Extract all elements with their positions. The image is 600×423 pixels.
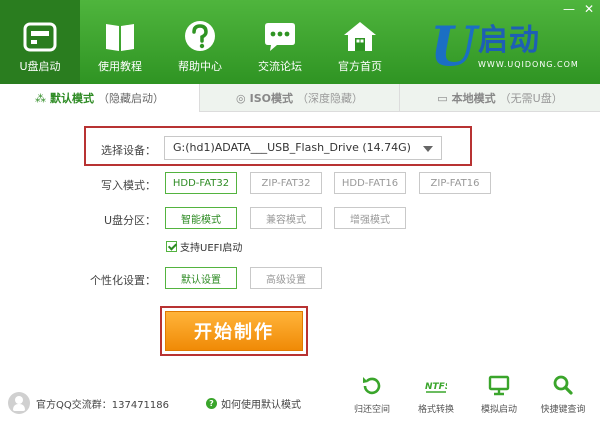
tool-restore-space[interactable]: 归还空间 (344, 374, 400, 415)
nav-item-help-center[interactable]: 帮助中心 (160, 0, 240, 84)
write-mode-hdd-fat16[interactable]: HDD-FAT16 (334, 172, 406, 194)
book-icon (106, 24, 134, 51)
uefi-checkbox[interactable] (166, 241, 177, 252)
tool-label: 格式转换 (417, 405, 454, 415)
minimize-button[interactable]: — (562, 2, 576, 16)
tool-simulate-boot[interactable]: 模拟启动 (471, 374, 527, 415)
tab-default-mode[interactable]: ⁂ 默认模式 （隐藏启动） (0, 84, 200, 112)
nav-label: U盘启动 (19, 60, 61, 73)
device-label: 选择设备： (101, 144, 156, 157)
brand-logo: U 启动 WWW.UQIDONG.COM (430, 14, 578, 78)
nav-item-usb-boot[interactable]: U盘启动 (0, 0, 80, 84)
partition-label: U盘分区： (103, 214, 156, 227)
monitor-icon (488, 375, 510, 396)
tab-subtitle: （深度隐藏） (296, 92, 363, 105)
help-icon (185, 21, 215, 51)
tab-subtitle: （隐藏启动） (98, 92, 164, 105)
tool-label: 快捷键查询 (540, 405, 586, 415)
start-making-button[interactable]: 开始制作 (165, 311, 303, 351)
window-controls: — ✕ (562, 2, 596, 16)
advanced-settings-button[interactable]: 高级设置 (250, 267, 322, 289)
tool-hotkey-query[interactable]: 快捷键查询 (535, 374, 591, 415)
nav-item-tutorial[interactable]: 使用教程 (80, 0, 160, 84)
usb-drive-icon (23, 22, 57, 52)
write-mode-zip-fat32[interactable]: ZIP-FAT32 (250, 172, 322, 194)
help-link-text[interactable]: 如何使用默认模式 (221, 396, 301, 411)
header-bar: U盘启动 使用教程 帮助中心 交流论坛 官方首页 U 启动 WWW.UQIDON… (0, 0, 600, 84)
home-icon (344, 22, 376, 51)
main-nav: U盘启动 使用教程 帮助中心 交流论坛 官方首页 (0, 0, 400, 84)
ntfs-icon-text: NTFS (425, 382, 447, 392)
tool-format-convert[interactable]: NTFS 格式转换 (408, 374, 464, 415)
qq-group-text: 官方QQ交流群：137471186 (36, 399, 170, 411)
nav-label: 官方首页 (338, 60, 382, 73)
close-button[interactable]: ✕ (582, 2, 596, 16)
tab-title: 默认模式 (50, 92, 94, 105)
tab-local-mode[interactable]: ▭ 本地模式 （无需U盘） (400, 84, 600, 112)
tool-label: 模拟启动 (480, 405, 517, 415)
tool-label: 归还空间 (353, 405, 390, 415)
personalize-label: 个性化设置： (90, 274, 156, 287)
device-select-value: G:(hd1)ADATA___USB_Flash_Drive (14.74G) (173, 141, 411, 154)
ntfs-icon: NTFS (425, 382, 447, 393)
nav-item-official-home[interactable]: 官方首页 (320, 0, 400, 84)
user-avatar-icon (8, 392, 30, 414)
mode-tabs: ⁂ 默认模式 （隐藏启动） ◎ ISO模式 （深度隐藏） ▭ 本地模式 （无需U… (0, 84, 600, 112)
chevron-down-icon[interactable] (423, 146, 433, 152)
nav-item-forum[interactable]: 交流论坛 (240, 0, 320, 84)
nav-label: 交流论坛 (258, 60, 302, 73)
uefi-checkbox-label: 支持UEFI启动 (180, 243, 243, 254)
help-link[interactable]: ? 如何使用默认模式 (206, 396, 301, 411)
disc-icon: ◎ (236, 91, 246, 105)
device-select[interactable]: G:(hd1)ADATA___USB_Flash_Drive (14.74G) (164, 136, 442, 160)
network-icon: ⁂ (35, 91, 46, 105)
partition-enhanced-mode[interactable]: 增强模式 (334, 207, 406, 229)
help-icon: ? (206, 398, 217, 409)
uefi-checkbox-row[interactable]: 支持UEFI启动 (166, 239, 242, 254)
brand-logo-name: 启动 (478, 23, 540, 58)
chat-icon (265, 23, 295, 51)
tab-title: 本地模式 (451, 92, 496, 105)
search-icon (553, 375, 573, 395)
write-mode-label: 写入模式： (101, 179, 156, 192)
default-settings-button[interactable]: 默认设置 (165, 267, 237, 289)
tab-subtitle: （无需U盘） (499, 92, 563, 105)
partition-compat-mode[interactable]: 兼容模式 (250, 207, 322, 229)
monitor-icon: ▭ (437, 91, 448, 105)
nav-label: 使用教程 (98, 60, 142, 73)
nav-label: 帮助中心 (178, 60, 222, 73)
tab-title: ISO模式 (249, 92, 293, 105)
restore-icon (363, 377, 381, 395)
write-mode-hdd-fat32[interactable]: HDD-FAT32 (165, 172, 237, 194)
tab-iso-mode[interactable]: ◎ ISO模式 （深度隐藏） (200, 84, 400, 112)
brand-logo-letter: U (430, 14, 478, 78)
qq-group-info: 官方QQ交流群：137471186 (8, 392, 169, 414)
write-mode-zip-fat16[interactable]: ZIP-FAT16 (419, 172, 491, 194)
partition-smart-mode[interactable]: 智能模式 (165, 207, 237, 229)
brand-url: WWW.UQIDONG.COM (478, 60, 579, 69)
